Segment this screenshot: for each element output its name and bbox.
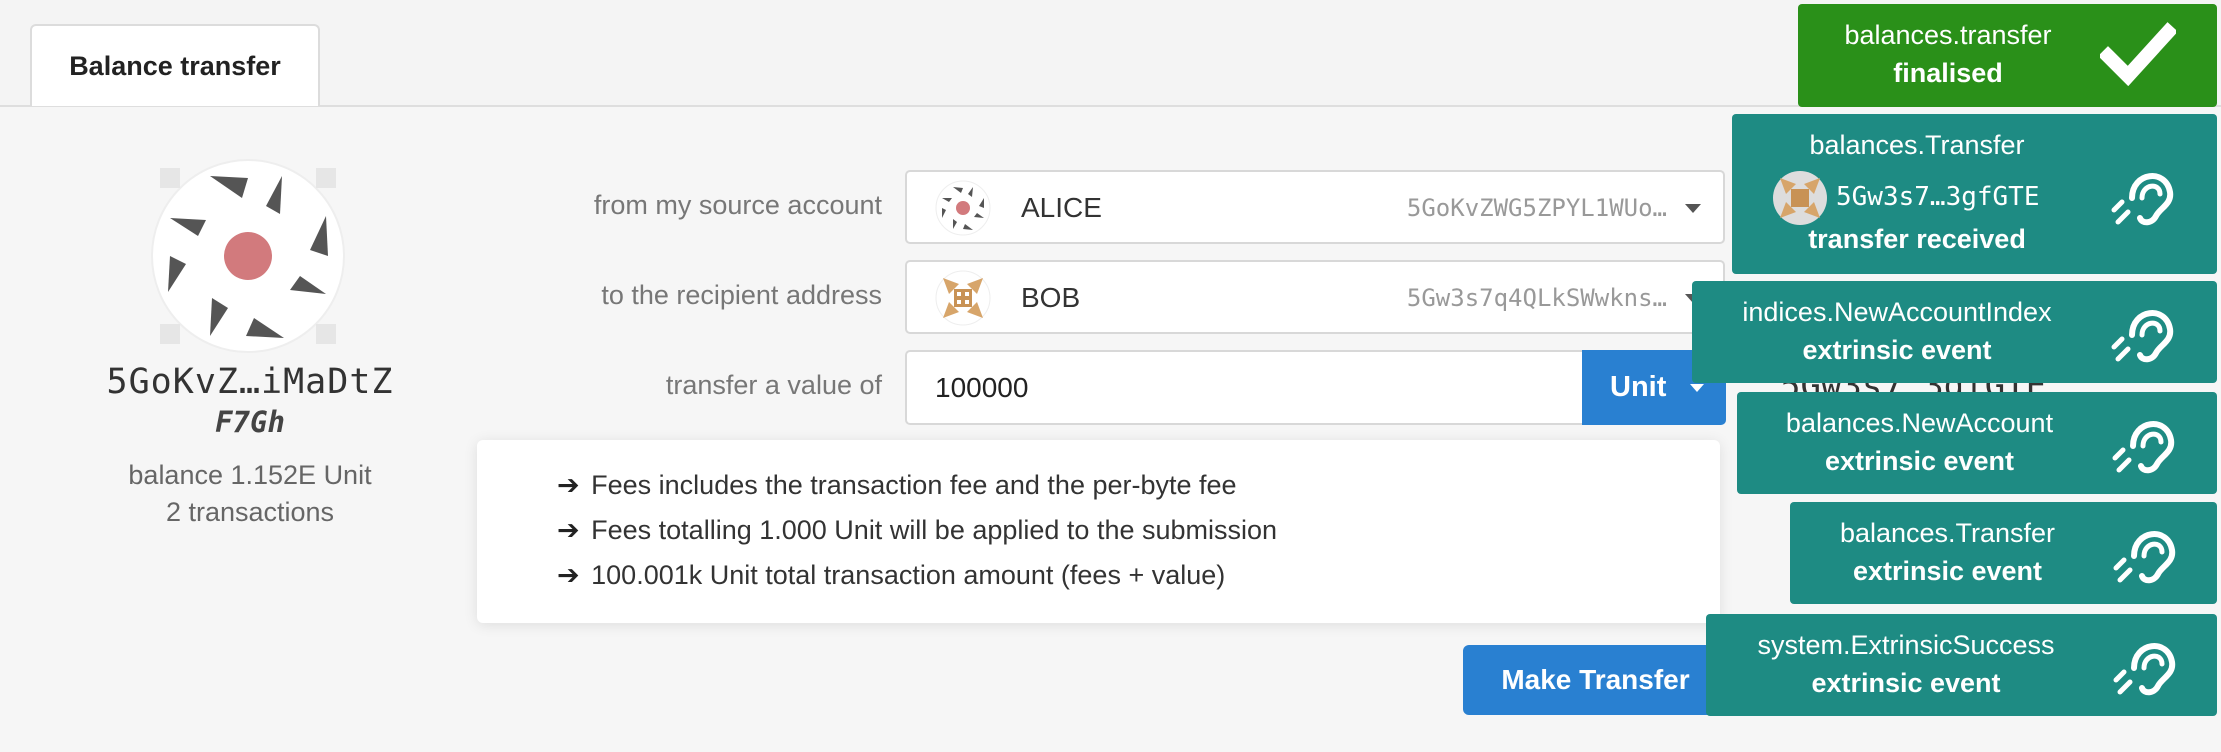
make-transfer-button[interactable]: Make Transfer <box>1463 645 1728 715</box>
alice-identicon <box>935 180 991 236</box>
tab-balance-transfer[interactable]: Balance transfer <box>30 24 320 106</box>
fees-info-box: ➔ Fees includes the transaction fee and … <box>477 440 1720 623</box>
to-account-dropdown[interactable]: BOB 5Gw3s7q4QLkSWwkns… <box>905 260 1725 334</box>
notification-finalised[interactable]: balances.transfer finalised <box>1798 4 2217 107</box>
notification-status: transfer received <box>1808 224 2026 254</box>
notification-new-account[interactable]: balances.NewAccount extrinsic event <box>1737 392 2217 494</box>
notification-status: extrinsic event <box>1802 335 1992 365</box>
source-account-name: F7Gh <box>215 405 285 439</box>
notification-title: system.ExtrinsicSuccess <box>1757 630 2055 660</box>
to-account-label: to the recipient address <box>601 280 882 310</box>
notification-status: extrinsic event <box>1811 668 2001 698</box>
source-identicon <box>151 159 345 353</box>
chevron-down-icon <box>1685 204 1701 213</box>
from-account-label: from my source account <box>593 190 882 220</box>
fees-info-line: ➔ Fees totalling 1.000 Unit will be appl… <box>557 515 1278 545</box>
arrow-right-icon: ➔ <box>557 470 580 500</box>
arrow-right-icon: ➔ <box>557 515 580 545</box>
bob-identicon <box>1773 171 1827 225</box>
transfer-value-input[interactable]: 100000 <box>905 350 1585 425</box>
check-icon <box>2100 22 2176 86</box>
notification-status: extrinsic event <box>1852 556 2043 586</box>
from-account-dropdown[interactable]: ALICE 5GoKvZWG5ZPYL1WUo… <box>905 170 1725 244</box>
notification-status: extrinsic event <box>1824 446 2015 476</box>
chevron-down-icon <box>1690 384 1704 392</box>
notification-status: finalised <box>1893 58 2003 88</box>
notification-title: balances.Transfer <box>1809 130 2025 160</box>
unit-label: Unit <box>1610 371 1667 403</box>
bob-identicon <box>935 270 991 326</box>
ear-icon <box>2112 421 2175 474</box>
notification-transfer-received[interactable]: balances.Transfer 5Gw3s7…3gfGTE transfer… <box>1732 114 2217 274</box>
ear-icon <box>2113 643 2176 696</box>
ear-icon <box>2113 531 2176 584</box>
notification-address: 5Gw3s7…3gfGTE <box>1836 182 2040 212</box>
notification-extrinsic-success[interactable]: system.ExtrinsicSuccess extrinsic event <box>1706 614 2217 716</box>
notification-new-account-index[interactable]: indices.NewAccountIndex extrinsic event <box>1692 281 2217 383</box>
fees-info-line: ➔ 100.001k Unit total transaction amount… <box>557 560 1226 590</box>
source-account-address: 5GoKvZ…iMaDtZ <box>106 362 394 402</box>
notification-title: balances.transfer <box>1844 20 2052 50</box>
ear-icon <box>2111 173 2174 226</box>
to-account-name: BOB <box>1021 282 1081 313</box>
notification-transfer-event[interactable]: balances.Transfer extrinsic event <box>1790 502 2217 604</box>
from-account-address: 5GoKvZWG5ZPYL1WUo… <box>1406 194 1667 222</box>
transfer-value-label: transfer a value of <box>665 370 882 400</box>
source-account-transactions: 2 transactions <box>165 497 335 527</box>
ear-icon <box>2111 310 2174 363</box>
fees-info-line: ➔ Fees includes the transaction fee and … <box>557 470 1237 500</box>
arrow-right-icon: ➔ <box>557 560 580 590</box>
notification-title: indices.NewAccountIndex <box>1742 297 2052 327</box>
from-account-name: ALICE <box>1021 192 1102 223</box>
notification-title: balances.NewAccount <box>1785 408 2054 438</box>
source-account-balance: balance 1.152E Unit <box>128 460 372 490</box>
to-account-address: 5Gw3s7q4QLkSWwkns… <box>1406 284 1667 312</box>
notification-title: balances.Transfer <box>1839 518 2056 548</box>
